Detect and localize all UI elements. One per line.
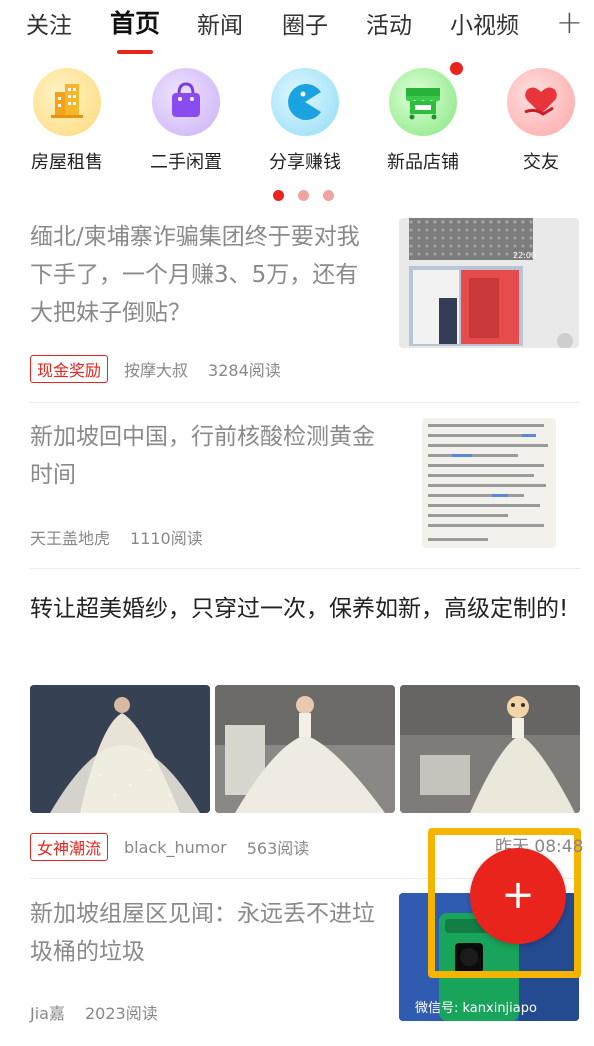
feed-item-meta: 天王盖地虎 1110阅读 — [30, 525, 203, 549]
pager-dot[interactable] — [298, 190, 309, 201]
feed-divider — [30, 402, 580, 403]
feed-read-count: 563阅读 — [246, 839, 310, 858]
feed-read-count: 3284阅读 — [208, 361, 281, 380]
feed-item-title: 转让超美婚纱，只穿过一次，保养如新，高级定制的! — [30, 596, 569, 622]
wechat-watermark: 微信号: kanxinjiapo — [415, 1001, 537, 1016]
quick-entry-row: 房屋租售 二手闲置 分享赚钱 新品店铺 交友 — [0, 62, 594, 188]
shopping-bag-icon — [152, 68, 220, 136]
quick-entry-share-earn[interactable]: 分享赚钱 — [250, 68, 360, 174]
quick-entry-new-shops[interactable]: 新品店铺 — [368, 62, 478, 174]
heart-hand-icon — [507, 68, 575, 136]
feed-thumbnail: 22:00 — [399, 218, 579, 348]
feed-item-title: 新加坡回中国，行前核酸检测黄金时间 — [30, 424, 375, 488]
tab-news[interactable]: 新闻 — [197, 6, 243, 40]
active-tab-indicator — [117, 50, 153, 54]
feed-item-meta: 现金奖励 按摩大叔 3284阅读 — [30, 355, 281, 383]
feed-image — [215, 685, 395, 813]
feed-read-count: 1110阅读 — [130, 529, 203, 548]
feed-source: black_humor — [124, 837, 227, 857]
publish-button[interactable]: + — [470, 848, 566, 944]
feed-thumbnail — [422, 418, 556, 548]
feed-source: 天王盖地虎 — [30, 529, 111, 548]
feed-read-count: 2023阅读 — [84, 1004, 158, 1023]
feed-image — [30, 685, 210, 813]
quick-entry-label: 交友 — [523, 152, 559, 173]
thumbnail-timestamp: 22:00 — [513, 251, 537, 260]
pager-dot-active[interactable] — [273, 190, 284, 201]
shop-stall-icon — [389, 62, 463, 136]
tab-follow[interactable]: 关注 — [26, 6, 72, 40]
feed-source: 按摩大叔 — [124, 361, 189, 380]
pager-dot[interactable] — [323, 190, 334, 201]
tab-home[interactable]: 首页 — [110, 4, 160, 40]
tab-events[interactable]: 活动 — [366, 6, 412, 40]
quick-entry-label: 分享赚钱 — [269, 152, 341, 173]
feed-item-title: 新加坡组屋区见闻：永远丢不进垃圾桶的垃圾 — [30, 901, 375, 965]
top-tab-bar: 关注 首页 新闻 圈子 活动 小视频 + — [0, 0, 594, 58]
quick-entry-label: 房屋租售 — [31, 152, 103, 173]
feed-item-meta: Jia嘉 2023阅读 — [30, 1000, 158, 1024]
quick-entry-dating[interactable]: 交友 — [486, 68, 594, 174]
quick-entry-label: 二手闲置 — [150, 152, 222, 173]
notification-badge — [450, 62, 463, 75]
feed-source: Jia嘉 — [30, 1004, 65, 1023]
pacman-icon — [271, 68, 339, 136]
feed-image — [400, 685, 580, 813]
tab-circle[interactable]: 圈子 — [282, 6, 328, 40]
feed-tag: 女神潮流 — [30, 833, 109, 861]
tab-short-video[interactable]: 小视频 — [450, 6, 519, 40]
quick-entry-label: 新品店铺 — [387, 152, 459, 173]
feed-tag: 现金奖励 — [30, 355, 109, 383]
building-icon — [33, 68, 101, 136]
carousel-pager — [0, 190, 594, 202]
feed-item[interactable]: 新加坡回中国，行前核酸检测黄金时间 天王盖地虎 1110阅读 — [30, 418, 580, 553]
feed-divider — [30, 568, 580, 569]
feed-item-title: 缅北/柬埔寨诈骗集团终于要对我下手了，一个月赚3、5万，还有大把妹子倒贴？ — [30, 224, 360, 326]
quick-entry-rental[interactable]: 房屋租售 — [12, 68, 122, 174]
quick-entry-secondhand[interactable]: 二手闲置 — [131, 68, 241, 174]
feed-item[interactable]: 缅北/柬埔寨诈骗集团终于要对我下手了，一个月赚3、5万，还有大把妹子倒贴？ 现金… — [30, 218, 580, 388]
add-tab-icon[interactable]: + — [556, 3, 583, 41]
feed-item-meta: 女神潮流 black_humor 563阅读 — [30, 833, 309, 861]
